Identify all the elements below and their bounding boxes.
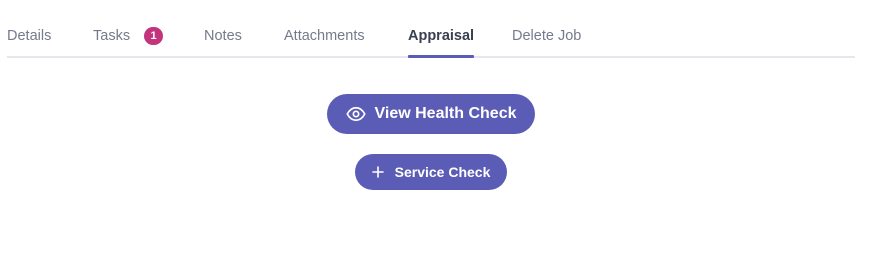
tab-attachments[interactable]: Attachments bbox=[284, 26, 365, 58]
tab-bar: Details Tasks Notes Attachments Appraisa… bbox=[7, 0, 855, 58]
tab-appraisal[interactable]: Appraisal bbox=[408, 26, 475, 58]
view-health-check-button[interactable]: View Health Check bbox=[327, 94, 535, 134]
service-check-button[interactable]: Service Check bbox=[355, 154, 507, 190]
view-health-check-label: View Health Check bbox=[374, 105, 517, 122]
tab-tasks[interactable]: Tasks bbox=[93, 26, 130, 58]
eye-icon bbox=[345, 104, 366, 124]
tab-notes[interactable]: Notes bbox=[204, 26, 242, 58]
tasks-count-badge: 1 bbox=[144, 27, 163, 45]
service-check-label: Service Check bbox=[394, 164, 491, 180]
tab-details[interactable]: Details bbox=[7, 26, 51, 58]
plus-icon bbox=[371, 166, 384, 178]
tab-delete-job[interactable]: Delete Job bbox=[512, 26, 581, 58]
